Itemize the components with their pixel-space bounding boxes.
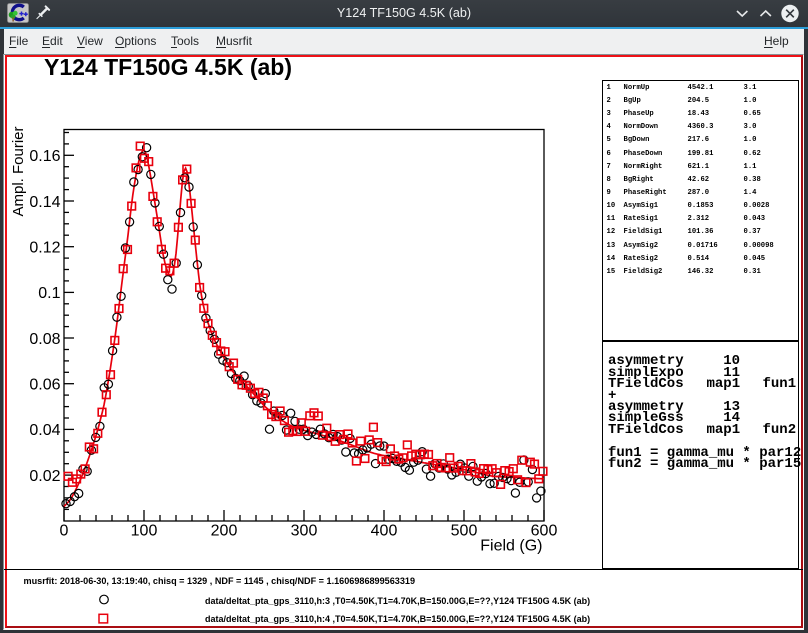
- svg-text:100: 100: [131, 523, 158, 540]
- svg-text:0: 0: [60, 523, 69, 540]
- svg-text:0.04: 0.04: [29, 422, 60, 439]
- svg-text:0.06: 0.06: [29, 377, 60, 394]
- svg-text:0.1: 0.1: [38, 285, 60, 302]
- svg-text:400: 400: [371, 523, 398, 540]
- svg-text:Field (G): Field (G): [480, 538, 542, 555]
- svg-text:500: 500: [451, 523, 478, 540]
- svg-text:200: 200: [211, 523, 238, 540]
- svg-text:Ampl. Fourier: Ampl. Fourier: [10, 126, 27, 216]
- svg-text:0.08: 0.08: [29, 331, 60, 348]
- svg-text:0.12: 0.12: [29, 240, 60, 257]
- svg-text:0.14: 0.14: [29, 194, 60, 211]
- svg-text:0.16: 0.16: [29, 148, 60, 165]
- svg-text:300: 300: [291, 523, 318, 540]
- svg-text:0.02: 0.02: [29, 468, 60, 485]
